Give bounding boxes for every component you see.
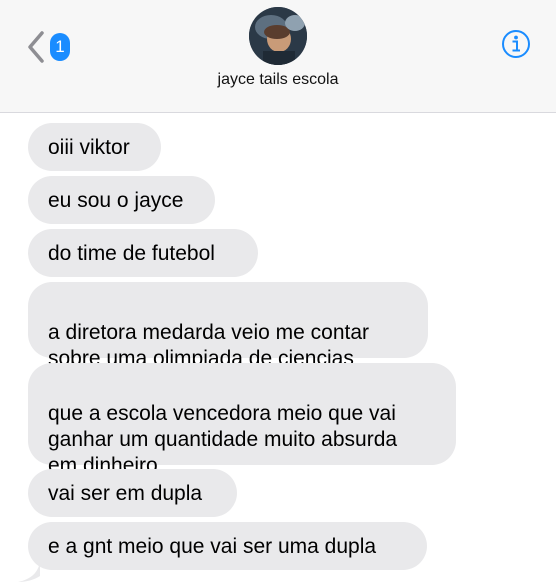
message-text: que a escola vencedora meio que vai ganh… bbox=[48, 402, 398, 477]
message-text: eu sou o jayce bbox=[48, 189, 184, 212]
bubble-tail bbox=[18, 562, 40, 582]
message-bubble[interactable]: a diretora medarda veio me contar sobre … bbox=[28, 282, 428, 370]
contact-avatar[interactable] bbox=[249, 7, 307, 65]
unread-count-badge: 1 bbox=[50, 33, 70, 61]
avatar-photo bbox=[249, 7, 307, 65]
contact-name[interactable]: jayce tails escola bbox=[0, 71, 556, 89]
message-bubble[interactable]: oiii viktor bbox=[28, 123, 161, 171]
message-text: vai ser em dupla bbox=[48, 482, 203, 505]
chevron-left-icon bbox=[28, 31, 44, 63]
message-bubble[interactable]: e a gnt meio que vai ser uma dupla bbox=[28, 522, 427, 570]
message-bubble[interactable]: vai ser em dupla bbox=[28, 469, 237, 517]
message-text: e a gnt meio que vai ser uma dupla bbox=[48, 535, 377, 558]
message-bubble[interactable]: que a escola vencedora meio que vai ganh… bbox=[28, 363, 456, 477]
message-text: oiii viktor bbox=[48, 136, 130, 159]
message-bubble[interactable]: eu sou o jayce bbox=[28, 176, 215, 224]
info-icon[interactable] bbox=[501, 29, 531, 59]
conversation-header: 1 jayce tails escola bbox=[0, 0, 556, 113]
back-button[interactable]: 1 bbox=[26, 30, 76, 64]
message-text: do time de futebol bbox=[48, 242, 215, 265]
message-bubble[interactable]: do time de futebol bbox=[28, 229, 258, 277]
